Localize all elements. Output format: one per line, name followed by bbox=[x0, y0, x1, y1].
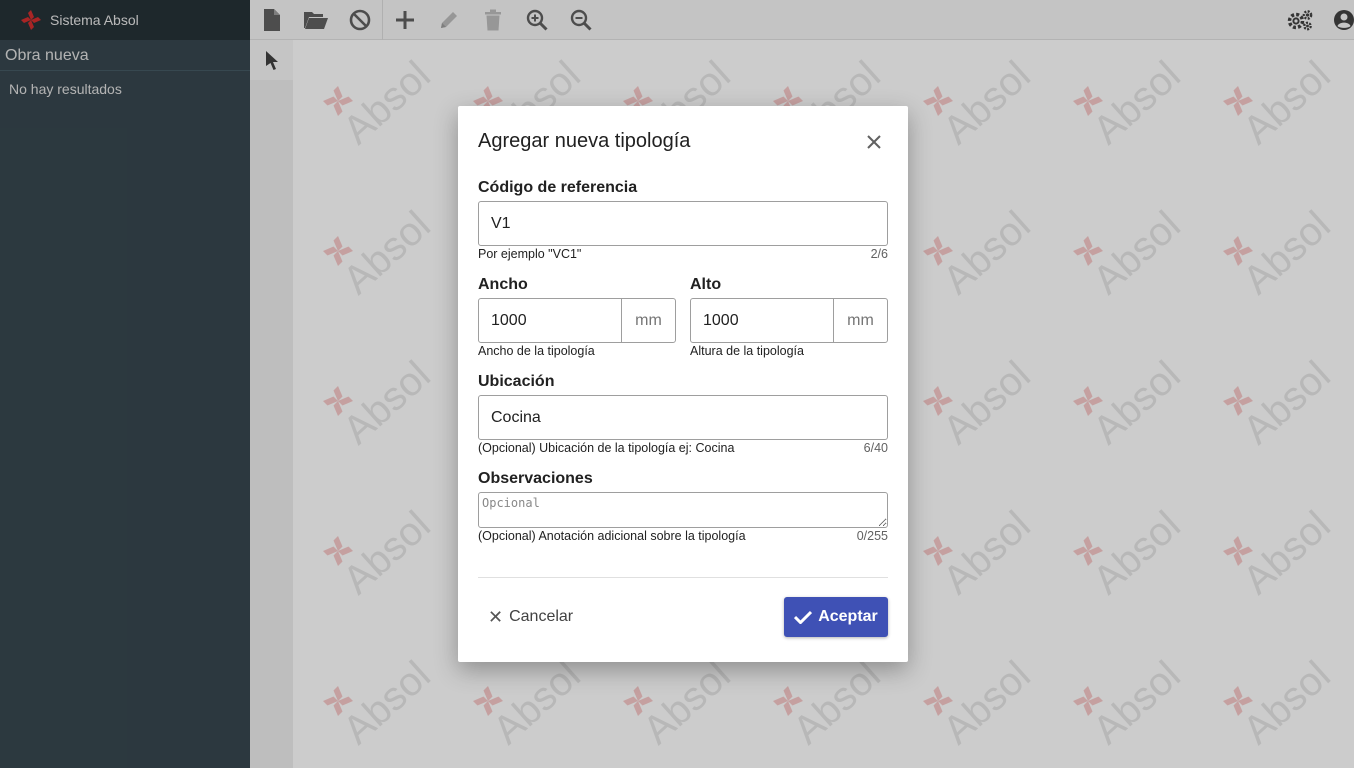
codigo-input[interactable] bbox=[479, 214, 887, 233]
accept-button-label: Aceptar bbox=[818, 608, 878, 625]
codigo-label: Código de referencia bbox=[478, 179, 638, 196]
ancho-label: Ancho bbox=[478, 276, 528, 293]
observaciones-label: Observaciones bbox=[478, 470, 593, 487]
close-x-icon: ✕ bbox=[488, 606, 504, 627]
ancho-unit: mm bbox=[621, 299, 675, 342]
ubicacion-label: Ubicación bbox=[478, 373, 555, 390]
alto-field[interactable]: mm bbox=[690, 298, 888, 343]
close-icon[interactable] bbox=[866, 134, 882, 150]
ancho-field[interactable]: mm bbox=[478, 298, 676, 343]
check-icon bbox=[794, 610, 813, 624]
cancel-button[interactable]: ✕ Cancelar bbox=[478, 597, 583, 637]
add-typology-dialog: Agregar nueva tipología Código de refere… bbox=[458, 106, 908, 662]
codigo-counter: 2/6 bbox=[870, 247, 888, 261]
observaciones-hint: (Opcional) Anotación adicional sobre la … bbox=[478, 529, 746, 543]
cancel-button-label: Cancelar bbox=[509, 608, 574, 625]
ancho-input[interactable] bbox=[479, 311, 621, 330]
observaciones-textarea[interactable] bbox=[478, 492, 888, 528]
accept-button[interactable]: Aceptar bbox=[784, 597, 888, 637]
ancho-hint: Ancho de la tipología bbox=[478, 344, 595, 358]
codigo-field[interactable] bbox=[478, 201, 888, 246]
ubicacion-counter: 6/40 bbox=[863, 441, 888, 455]
observaciones-counter: 0/255 bbox=[856, 529, 888, 543]
ubicacion-field[interactable] bbox=[478, 395, 888, 440]
alto-input[interactable] bbox=[691, 311, 833, 330]
ubicacion-hint: (Opcional) Ubicación de la tipología ej:… bbox=[478, 441, 735, 455]
dialog-divider bbox=[478, 577, 888, 578]
ubicacion-input[interactable] bbox=[479, 408, 887, 427]
alto-label: Alto bbox=[690, 276, 722, 293]
alto-unit: mm bbox=[833, 299, 887, 342]
codigo-hint: Por ejemplo "VC1" bbox=[478, 247, 582, 261]
dialog-title: Agregar nueva tipología bbox=[478, 130, 691, 152]
alto-hint: Altura de la tipología bbox=[690, 344, 804, 358]
